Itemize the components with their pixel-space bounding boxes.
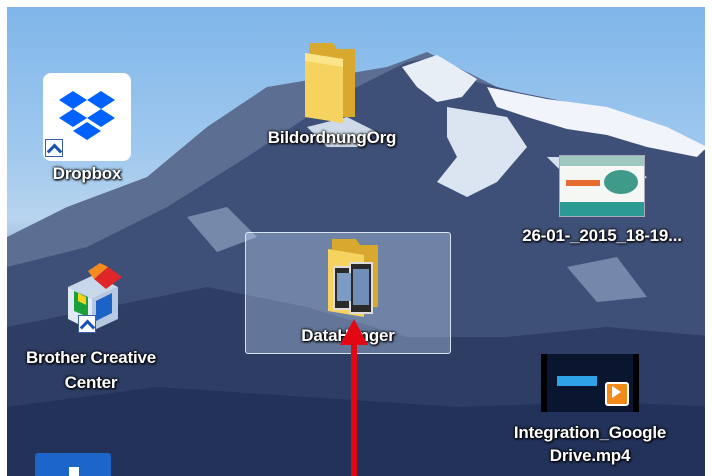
shortcut-arrow-icon	[78, 315, 96, 333]
desktop-icon-label-line1: Brother Creative	[25, 348, 156, 367]
desktop-icon-label-line2: Drive.mp4	[549, 446, 631, 465]
dropbox-icon	[43, 73, 131, 161]
desktop-icon-image-file[interactable]: 26-01-_2015_18-19...	[492, 155, 705, 246]
partial-app-icon[interactable]	[35, 453, 111, 476]
desktop-icon-video-file[interactable]: Integration_Google Drive.mp4	[495, 354, 685, 466]
desktop-icon-label-line1: Integration_Google	[513, 423, 667, 442]
desktop-icon-bildordnungorg[interactable]: BildordnungOrg	[247, 37, 417, 148]
brother-creative-center-icon	[48, 257, 134, 343]
desktop-icon-label: Dropbox	[52, 164, 122, 183]
desktop-icon-label: BildordnungOrg	[267, 128, 397, 147]
desktop-icon-label-line2: Center	[64, 373, 118, 392]
desktop-icon-dropbox[interactable]: Dropbox	[27, 73, 147, 184]
desktop-icon-brother-creative-center[interactable]: Brother Creative Center	[11, 257, 171, 393]
folder-icon	[328, 239, 378, 317]
video-thumbnail-icon	[541, 354, 639, 412]
annotation-arrow-shaft	[351, 341, 357, 476]
folder-icon	[305, 43, 355, 123]
shortcut-arrow-icon	[45, 139, 63, 157]
image-thumbnail-icon	[559, 155, 645, 217]
desktop[interactable]: Dropbox BildordnungOrg 26-01-_2015_18-19…	[0, 0, 712, 476]
desktop-icon-label: 26-01-_2015_18-19...	[522, 226, 682, 245]
